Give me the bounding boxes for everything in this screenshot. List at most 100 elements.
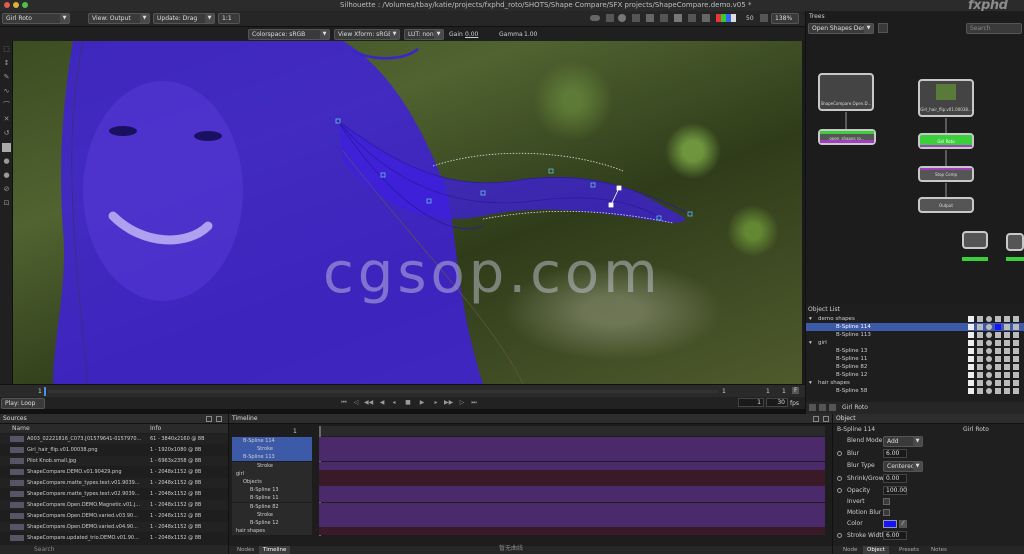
fps-field[interactable]: 30 [766, 398, 788, 407]
fit-icon[interactable] [760, 14, 768, 22]
mode-icon[interactable] [977, 372, 983, 378]
timeline-track[interactable] [319, 437, 825, 445]
tab-nodes[interactable]: Nodes [233, 546, 258, 554]
blend-icon[interactable] [1013, 332, 1019, 338]
keyframe-icon[interactable] [837, 476, 842, 481]
current-frame-field[interactable]: 1 [738, 398, 764, 407]
source-row[interactable]: A003_02221816_C073.[01579641-0157970... 6… [0, 434, 228, 444]
timeline-row[interactable]: Stroke [232, 461, 312, 470]
timeline-track[interactable] [319, 527, 825, 536]
color-icon[interactable] [995, 324, 1001, 330]
object-group[interactable]: demo shapes ▾ [806, 315, 1024, 323]
color-icon[interactable] [995, 380, 1001, 386]
play-back-icon[interactable]: ◀ [378, 399, 386, 407]
blend-icon[interactable] [1013, 340, 1019, 346]
tab-object[interactable]: Object [863, 546, 889, 554]
source-row[interactable]: Girl_hair_flip.v01.00038.png 1 - 1920x108… [0, 445, 228, 455]
play-icon[interactable]: ▶ [418, 399, 426, 407]
lock-icon[interactable] [1004, 356, 1010, 362]
timeline-track[interactable] [319, 502, 825, 511]
blur-type-select[interactable]: Centered ▼ [883, 461, 923, 472]
mode-icon[interactable] [977, 340, 983, 346]
step-next-icon[interactable]: ▸ [432, 399, 440, 407]
node-select[interactable]: Girl Roto ▼ [2, 13, 70, 24]
timeline-row[interactable]: B-Spline 82 [232, 502, 312, 511]
source-row[interactable]: Pilot Knob.small.jpg 1 - 6963x2358 @ 8B [0, 456, 228, 466]
visibility-icon[interactable] [968, 356, 974, 362]
lock-icon[interactable] [1004, 348, 1010, 354]
timeline-track[interactable] [319, 494, 825, 503]
checker-icon[interactable] [618, 14, 626, 22]
object-row[interactable]: B-Spline 11 [806, 355, 1024, 363]
timeline-track[interactable] [319, 478, 825, 486]
gamma-value[interactable]: 1.00 [524, 31, 537, 38]
blend-icon[interactable] [1013, 356, 1019, 362]
keyframe-icon[interactable] [837, 533, 842, 538]
timeline-row[interactable]: B-Spline 12 [232, 519, 312, 527]
tab-notes[interactable]: Notes [927, 546, 951, 554]
blend-icon[interactable] [1013, 364, 1019, 370]
visibility-icon[interactable] [968, 324, 974, 330]
timeline-ruler[interactable] [319, 426, 825, 436]
eyedropper-tool-icon[interactable]: ⊘ [2, 185, 11, 194]
source-row[interactable]: ShapeCompare.DEMO.v01.90429.png 1 - 2048x… [0, 467, 228, 477]
timeline-row[interactable]: B-Spline 114 [232, 437, 312, 445]
toggle-icon[interactable] [590, 15, 600, 21]
timeline-track[interactable] [319, 519, 825, 527]
source-row[interactable]: ShapeCompare.matte_types.text.v02.9039..… [0, 489, 228, 499]
color-icon[interactable] [995, 388, 1001, 394]
lock-icon[interactable] [1004, 388, 1010, 394]
paint-tool-icon[interactable]: ● [2, 171, 11, 180]
motion-icon[interactable] [986, 348, 992, 354]
view-xform-select[interactable]: View Xform: sRGB ▼ [334, 29, 400, 40]
scrub-track[interactable] [48, 390, 718, 393]
timeline-row[interactable]: B-Spline 13 [232, 486, 312, 495]
shrink-grow-field[interactable]: 0.00 [883, 474, 907, 483]
prev-key-icon[interactable]: ◁ [352, 399, 360, 407]
object-row[interactable]: B-Spline 82 [806, 363, 1024, 371]
motion-icon[interactable] [986, 324, 992, 330]
lock-icon[interactable] [1004, 332, 1010, 338]
transform-tool-icon[interactable]: ↕ [2, 59, 11, 68]
lock-icon[interactable] [1004, 324, 1010, 330]
mode-icon[interactable] [977, 380, 983, 386]
tab-node[interactable]: Node [839, 546, 861, 554]
ellipse-tool-icon[interactable]: ● [2, 157, 11, 166]
zoom-window-button[interactable] [22, 2, 28, 8]
source-row[interactable]: ShapeCompare.Open.DEMO.Magnetic.v01.j...… [0, 500, 228, 510]
motion-icon[interactable] [986, 316, 992, 322]
chevron-down-icon[interactable]: ▾ [809, 339, 812, 347]
col-info[interactable]: Info [150, 425, 161, 432]
keyframe-icon[interactable] [837, 451, 842, 456]
magnetic-tool-icon[interactable]: ↺ [2, 129, 11, 138]
visibility-icon[interactable] [968, 348, 974, 354]
timeline-row[interactable]: B-Spline 11 [232, 494, 312, 503]
stroke-width-field[interactable]: 6.00 [883, 531, 907, 540]
timeline-track[interactable] [319, 469, 825, 478]
motion-icon[interactable] [986, 372, 992, 378]
motion-icon[interactable] [986, 340, 992, 346]
timeline-track[interactable] [319, 445, 825, 454]
keyframe-icon[interactable] [837, 488, 842, 493]
colorspace-select[interactable]: Colorspace: sRGB ▼ [248, 29, 330, 40]
mode-icon[interactable] [977, 324, 983, 330]
trash-icon[interactable] [829, 404, 836, 411]
source-row[interactable]: ShapeCompare.updated_trio.DEMO.v01.90...… [0, 533, 228, 543]
float-icon[interactable] [216, 416, 222, 422]
go-start-icon[interactable]: ⏮ [340, 399, 348, 407]
lock-icon[interactable] [1004, 364, 1010, 370]
update-select[interactable]: Update: Drag ▼ [153, 13, 215, 24]
f-button[interactable]: F [792, 387, 800, 394]
sources-search-input[interactable]: Search [34, 546, 55, 553]
source-row[interactable]: ShapeCompare.matte_types.text.v01.9039..… [0, 478, 228, 488]
lock-icon[interactable] [1004, 340, 1010, 346]
maximize-icon[interactable] [206, 416, 212, 422]
stereo-icon[interactable] [688, 14, 696, 22]
go-end-icon[interactable]: ⏭ [470, 399, 478, 407]
timeline-track[interactable] [319, 486, 825, 495]
color-swatch[interactable] [883, 520, 897, 528]
mode-icon[interactable] [977, 388, 983, 394]
motion-icon[interactable] [986, 380, 992, 386]
play-mode-select[interactable]: Play: Loop [1, 398, 45, 409]
motion-icon[interactable] [986, 364, 992, 370]
